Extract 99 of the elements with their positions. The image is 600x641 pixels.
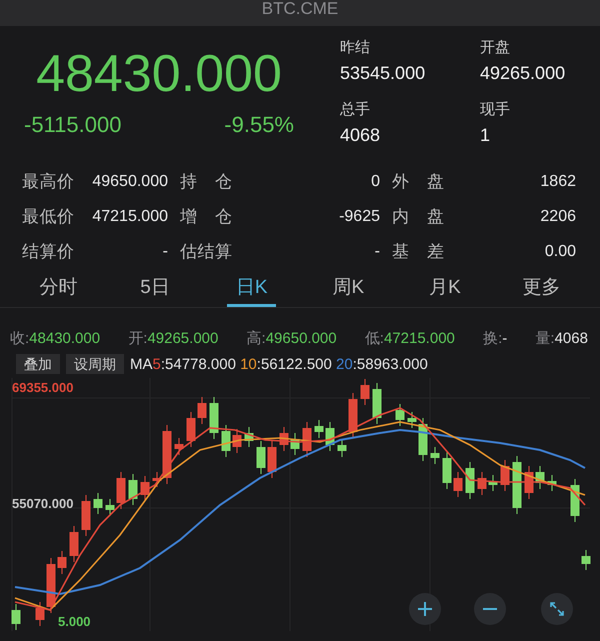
candlestick: [430, 446, 440, 464]
percent-change: -9.55%: [224, 112, 294, 138]
period-tab[interactable]: 分时: [34, 269, 83, 307]
candlestick: [244, 426, 254, 448]
candlestick: [302, 422, 312, 458]
candlestick: [396, 404, 404, 426]
candlestick: [442, 452, 452, 490]
moving-average-legend: MA5:54778.000 10:56122.500 20:58963.000: [130, 356, 428, 372]
candlestick: [326, 422, 334, 452]
stat-value: -9625: [339, 208, 380, 226]
candlestick: [314, 420, 324, 438]
candlestick: [94, 492, 102, 514]
candlestick: [46, 558, 56, 614]
field-value: 1: [480, 124, 492, 147]
candlestick: [128, 474, 138, 506]
candlestick: [256, 440, 266, 474]
last-price: 48430.000: [36, 44, 282, 104]
candlestick: [58, 550, 66, 574]
candlestick: [198, 396, 206, 424]
ohlc-item: 收:48430.000: [10, 328, 100, 348]
candlestick: [360, 378, 370, 406]
candlestick: [478, 472, 486, 496]
candlestick: [140, 476, 150, 502]
stat-label: 估结算: [180, 241, 232, 263]
stat-value: -: [162, 242, 168, 260]
stat-value: 0.00: [544, 242, 576, 260]
stat-label: 增仓: [180, 206, 232, 228]
window-title: BTC.CME: [262, 0, 338, 19]
stat-label: 最低价: [22, 206, 74, 228]
candlestick: [536, 466, 544, 490]
plus-icon: [417, 601, 433, 617]
candlestick: [174, 438, 184, 456]
candlestick: [524, 466, 534, 500]
zoom-in-button[interactable]: [409, 593, 441, 625]
ohlc-item: 换:-: [483, 328, 508, 348]
candlestick: [12, 604, 20, 630]
stat-value: -: [374, 242, 380, 260]
axis-label: 5.000: [58, 614, 91, 629]
period-tab[interactable]: 日K: [227, 269, 276, 307]
stat-label: 内盘: [392, 206, 444, 228]
field-value: 53545.000: [340, 62, 426, 85]
candlestick: [512, 456, 522, 514]
candlestick: [186, 412, 196, 448]
candlestick: [70, 526, 78, 562]
candlestick: [338, 438, 346, 458]
fullscreen-button[interactable]: [541, 593, 573, 625]
candlestick: [210, 396, 218, 440]
stat-label: 基差: [392, 241, 444, 263]
ohlc-item: 量:4068: [535, 328, 588, 348]
chart-tool-button[interactable]: 叠加: [16, 354, 60, 374]
candlestick: [268, 440, 276, 478]
stat-value: 0: [371, 172, 380, 190]
candlestick: [82, 494, 90, 536]
stat-value: 2206: [540, 208, 576, 226]
candlestick: [548, 474, 556, 492]
stat-value: 47215.000: [92, 208, 168, 226]
candlestick: [570, 478, 580, 522]
candlestick: [290, 432, 300, 456]
stat-value: 1862: [540, 172, 576, 190]
candlestick: [36, 602, 44, 626]
period-tab[interactable]: 周K: [324, 269, 373, 307]
field-value: 4068: [340, 124, 382, 147]
candlestick: [116, 472, 126, 510]
field-label: 开盘: [480, 38, 511, 58]
candlestick: [232, 428, 242, 454]
axis-label: 55070.000: [12, 496, 74, 511]
stat-label: 持仓: [180, 171, 232, 193]
expand-icon: [549, 601, 565, 617]
candlestick: [454, 472, 462, 498]
ohlc-item: 低:47215.000: [364, 328, 455, 348]
candlestick: [582, 550, 590, 570]
minus-icon: [482, 607, 498, 611]
candlestick: [418, 418, 428, 462]
period-tab[interactable]: 更多: [517, 269, 566, 307]
candlestick: [500, 460, 510, 492]
stat-value: 49650.000: [92, 172, 168, 190]
zoom-out-button[interactable]: [474, 593, 506, 625]
candlestick: [372, 382, 382, 424]
candlestick: [488, 474, 498, 492]
period-tab[interactable]: 月K: [420, 269, 470, 307]
period-tab[interactable]: 5日: [130, 269, 180, 307]
field-label: 昨结: [340, 38, 371, 58]
candlestick: [408, 412, 416, 428]
candlestick: [222, 424, 230, 458]
stat-label: 结算价: [22, 241, 74, 263]
candlestick: [466, 462, 474, 500]
stat-label: 最高价: [22, 171, 74, 193]
stat-label: 外盘: [392, 171, 444, 193]
chart-tool-button[interactable]: 设周期: [66, 354, 124, 374]
field-label: 总手: [340, 100, 371, 120]
field-label: 现手: [480, 100, 511, 120]
candlestick: [348, 392, 358, 438]
ohlc-item: 高:49650.000: [246, 328, 337, 348]
field-value: 49265.000: [480, 62, 566, 85]
axis-label: 69355.000: [12, 380, 74, 395]
candlestick: [280, 426, 288, 452]
candlestick: [106, 498, 114, 516]
price-change: -5115.000: [24, 112, 122, 138]
ohlc-item: 开:49265.000: [128, 328, 218, 348]
